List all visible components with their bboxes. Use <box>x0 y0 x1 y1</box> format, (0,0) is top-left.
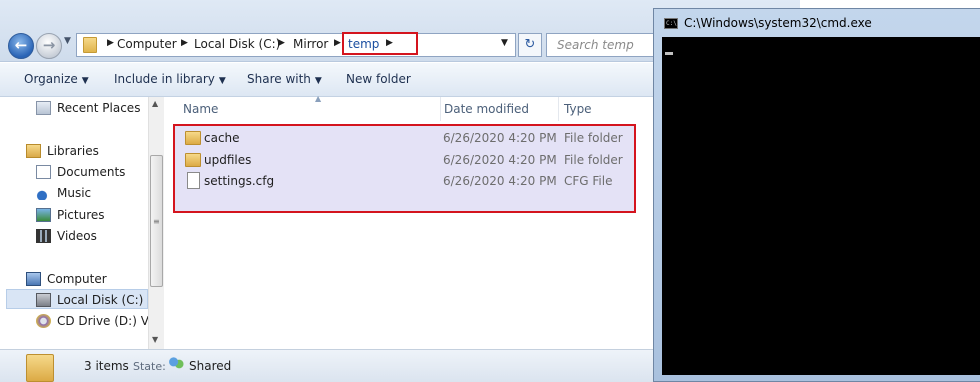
search-placeholder: Search temp <box>557 38 634 52</box>
file-type: File folder <box>564 131 623 145</box>
documents-icon <box>36 165 51 179</box>
file-icon <box>187 172 200 189</box>
file-type: File folder <box>564 153 623 167</box>
recent-places-icon <box>36 101 51 115</box>
back-button[interactable]: ← <box>8 33 34 59</box>
nav-item-pictures[interactable]: Pictures <box>36 206 105 224</box>
nav-item-documents[interactable]: Documents <box>36 163 125 181</box>
column-label: Date modified <box>444 102 530 116</box>
folder-icon <box>83 37 97 53</box>
address-bar[interactable]: ▶ Computer ▶ Local Disk (C:) ▶ Mirror ▶ … <box>76 33 516 57</box>
chevron-right-icon[interactable]: ▶ <box>334 38 341 48</box>
column-label: Type <box>564 102 592 116</box>
scroll-up-icon[interactable]: ▲ <box>152 99 158 108</box>
cmd-window[interactable]: C:\ C:\Windows\system32\cmd.exe <box>653 8 980 382</box>
chevron-right-icon[interactable]: ▶ <box>181 38 188 48</box>
chevron-down-icon: ▼ <box>314 76 322 86</box>
organize-button[interactable]: Organize ▼ <box>24 72 89 86</box>
column-header-type[interactable]: Type <box>558 97 648 121</box>
breadcrumb-local-disk[interactable]: Local Disk (C:) <box>194 37 280 51</box>
column-header-name[interactable]: ▲ Name <box>177 94 441 121</box>
organize-label: Organize <box>24 72 78 86</box>
file-date: 6/26/2020 4:20 PM <box>443 174 557 188</box>
refresh-button[interactable]: ↻ <box>518 33 542 57</box>
grip-icon: ≡ <box>153 217 160 226</box>
folder-icon <box>185 153 201 167</box>
chevron-right-icon[interactable]: ▶ <box>278 38 285 48</box>
file-date: 6/26/2020 4:20 PM <box>443 153 557 167</box>
recent-pages-dropdown[interactable]: ▼ <box>64 36 71 46</box>
cmd-title-bar[interactable]: C:\ C:\Windows\system32\cmd.exe <box>654 9 980 37</box>
nav-item-computer[interactable]: Computer <box>26 270 107 288</box>
folder-icon <box>185 131 201 145</box>
text-cursor <box>665 52 673 55</box>
chevron-right-icon[interactable]: ▶ <box>107 38 114 48</box>
nav-label: Music <box>57 186 92 200</box>
nav-label: Videos <box>57 229 97 243</box>
folder-icon <box>26 354 54 382</box>
nav-item-videos[interactable]: Videos <box>36 227 97 245</box>
nav-label: Recent Places <box>57 101 141 115</box>
file-row-settings-cfg[interactable]: settings.cfg 6/26/2020 4:20 PM CFG File <box>175 171 634 192</box>
console-icon: C:\ <box>664 18 678 29</box>
breadcrumb-mirror[interactable]: Mirror <box>293 37 328 51</box>
forward-button[interactable]: → <box>36 33 62 59</box>
temp-highlight-box <box>342 32 418 55</box>
state-value: Shared <box>189 359 232 373</box>
column-header-date-modified[interactable]: Date modified <box>438 97 559 121</box>
new-folder-button[interactable]: New folder <box>346 72 411 86</box>
item-count: 3 items <box>84 359 129 373</box>
shared-users-icon <box>168 357 184 371</box>
file-name: updfiles <box>204 153 252 167</box>
hard-drive-icon <box>36 293 51 307</box>
nav-item-recent-places[interactable]: Recent Places <box>36 99 140 117</box>
cmd-title: C:\Windows\system32\cmd.exe <box>684 16 872 30</box>
nav-item-libraries[interactable]: Libraries <box>26 142 99 160</box>
scroll-down-icon[interactable]: ▼ <box>152 335 158 344</box>
nav-label: CD Drive (D:) Virt <box>57 314 162 328</box>
column-label: Name <box>183 102 219 116</box>
file-date: 6/26/2020 4:20 PM <box>443 131 557 145</box>
file-row-cache[interactable]: cache 6/26/2020 4:20 PM File folder <box>175 128 634 149</box>
navigation-pane: Recent Places Libraries Documents Music … <box>0 97 162 349</box>
nav-scrollbar[interactable]: ▲ ≡ ▼ <box>148 97 164 349</box>
nav-item-cd-drive[interactable]: CD Drive (D:) Virt <box>36 312 162 330</box>
share-with-button[interactable]: Share with ▼ <box>247 72 322 86</box>
breadcrumb-computer[interactable]: Computer <box>117 37 177 51</box>
nav-label: Libraries <box>47 144 99 158</box>
dvd-drive-icon <box>36 314 51 328</box>
music-icon <box>36 186 51 200</box>
include-in-library-label: Include in library <box>114 72 215 86</box>
chevron-down-icon: ▼ <box>218 76 226 86</box>
address-history-dropdown[interactable]: ▼ <box>501 38 508 48</box>
file-row-updfiles[interactable]: updfiles 6/26/2020 4:20 PM File folder <box>175 150 634 171</box>
file-name: settings.cfg <box>204 174 275 188</box>
computer-icon <box>26 272 41 286</box>
sort-ascending-icon: ▲ <box>315 94 322 103</box>
nav-label: Pictures <box>57 208 105 222</box>
include-in-library-button[interactable]: Include in library ▼ <box>114 72 226 86</box>
pictures-icon <box>36 208 51 222</box>
libraries-icon <box>26 144 41 158</box>
videos-icon <box>36 229 51 243</box>
nav-label: Local Disk (C:) <box>57 293 144 307</box>
file-name: cache <box>204 131 240 145</box>
nav-item-local-disk[interactable]: Local Disk (C:) <box>36 291 143 309</box>
nav-label: Documents <box>57 165 126 179</box>
state-label: State: <box>133 360 166 373</box>
share-with-label: Share with <box>247 72 311 86</box>
file-type: CFG File <box>564 174 613 188</box>
nav-item-music[interactable]: Music <box>36 184 91 202</box>
console-area[interactable] <box>662 37 980 375</box>
nav-label: Computer <box>47 272 107 286</box>
chevron-down-icon: ▼ <box>81 76 89 86</box>
